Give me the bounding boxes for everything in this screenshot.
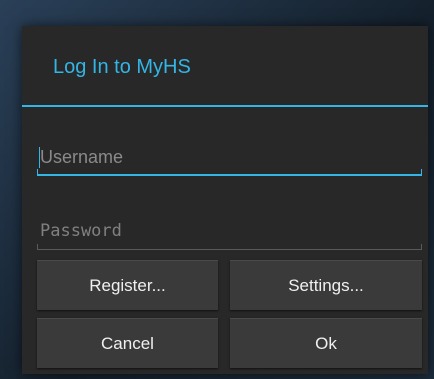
dialog-title: Log In to MyHS: [53, 56, 191, 78]
username-input[interactable]: [37, 140, 422, 174]
password-field: [37, 214, 422, 250]
username-underline: [37, 174, 422, 176]
dialog-button-grid: Register... Settings... Cancel Ok: [37, 260, 422, 370]
dialog-title-bar: Log In to MyHS: [22, 26, 428, 107]
title-divider: [22, 105, 428, 107]
password-underline: [37, 249, 422, 250]
register-button[interactable]: Register...: [37, 260, 218, 310]
password-underline-tick-left: [37, 244, 38, 250]
ok-button[interactable]: Ok: [230, 318, 422, 368]
cancel-button[interactable]: Cancel: [37, 318, 218, 368]
password-input[interactable]: [37, 214, 422, 248]
login-dialog: Log In to MyHS Register... Settings... C…: [22, 26, 428, 374]
password-underline-tick-right: [421, 244, 422, 250]
username-field: [37, 140, 422, 176]
settings-button[interactable]: Settings...: [230, 260, 422, 310]
text-cursor: [39, 147, 40, 168]
username-underline-tick-right: [421, 169, 422, 176]
username-underline-tick-left: [37, 169, 38, 176]
